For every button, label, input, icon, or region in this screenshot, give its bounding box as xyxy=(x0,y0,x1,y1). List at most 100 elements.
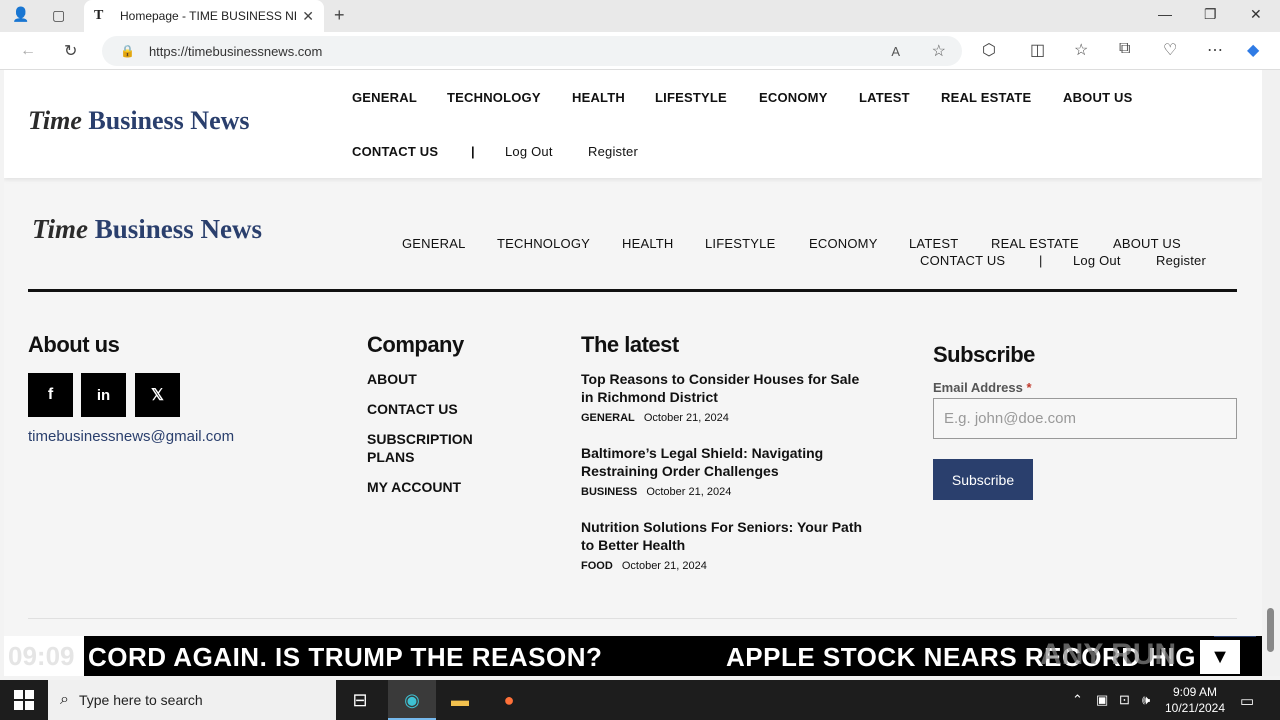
scrollbar-thumb[interactable] xyxy=(1267,608,1274,652)
ticker-headline[interactable]: CORD AGAIN. IS TRUMP THE REASON? xyxy=(88,642,602,673)
footer-nav-log-out[interactable]: Log Out xyxy=(1073,253,1121,268)
new-tab-button[interactable]: + xyxy=(334,5,345,26)
profile-icon[interactable]: 👤 xyxy=(12,6,29,23)
taskbar-time: 9:09 AM xyxy=(1172,685,1218,699)
footer-nav-real-estate[interactable]: REAL ESTATE xyxy=(991,236,1079,251)
x-icon[interactable]: 𝕏 xyxy=(135,373,180,417)
firefox-icon[interactable]: ● xyxy=(497,688,521,712)
minimize-icon[interactable]: — xyxy=(1158,6,1172,22)
news-ticker[interactable]: 09:09 CORD AGAIN. IS TRUMP THE REASON? A… xyxy=(4,636,1262,676)
volume-icon[interactable]: 🕪 xyxy=(1142,692,1150,708)
footer-nav-latest[interactable]: LATEST xyxy=(909,236,958,251)
footer-nav-separator: | xyxy=(1039,253,1043,268)
site-header: Time Business News GENERAL TECHNOLOGY HE… xyxy=(4,70,1262,178)
address-bar[interactable]: 🔒 https://timebusinessnews.com A ☆ xyxy=(102,36,962,66)
article-meta: FOOD October 21, 2024 xyxy=(581,560,871,572)
site-favicon-icon: T xyxy=(94,8,104,23)
tab-close-icon[interactable]: ✕ xyxy=(302,8,314,25)
url-text[interactable]: https://timebusinessnews.com xyxy=(149,44,322,59)
contact-email-link[interactable]: timebusinessnews@gmail.com xyxy=(28,428,234,445)
required-mark: * xyxy=(1026,380,1032,395)
chevron-down-icon[interactable]: ▼ xyxy=(1200,640,1240,674)
article-category[interactable]: FOOD xyxy=(581,560,613,572)
company-link-subscription-plans[interactable]: SUBSCRIPTION PLANS xyxy=(367,430,507,466)
company-heading: Company xyxy=(367,332,464,357)
windows-taskbar: ⌕ Type here to search ⊟ ◉ ▬ ● ⌃ ▣ ⊡ 🕪 9:… xyxy=(0,680,1280,720)
anyrun-watermark: ANY RUN xyxy=(1040,638,1177,671)
collections-icon[interactable]: ⧉ xyxy=(1119,40,1130,58)
tab-title: Homepage - TIME BUSINESS NEWS xyxy=(120,9,296,23)
network-icon[interactable]: ⊡ xyxy=(1119,692,1130,708)
footer-nav-technology[interactable]: TECHNOLOGY xyxy=(497,236,590,251)
edge-icon[interactable]: ◉ xyxy=(400,688,424,712)
footer-nav-contact-us[interactable]: CONTACT US xyxy=(920,253,1005,268)
article-category[interactable]: BUSINESS xyxy=(581,486,637,498)
article-title[interactable]: Nutrition Solutions For Seniors: Your Pa… xyxy=(581,518,871,554)
company-link-my-account[interactable]: MY ACCOUNT xyxy=(367,478,461,496)
restore-icon[interactable]: ❐ xyxy=(1204,6,1217,23)
footer-nav-lifestyle[interactable]: LIFESTYLE xyxy=(705,236,775,251)
nav-register[interactable]: Register xyxy=(588,144,638,159)
nav-real-estate[interactable]: REAL ESTATE xyxy=(941,90,1031,105)
settings-menu-icon[interactable]: ⋯ xyxy=(1207,40,1223,60)
article-meta: GENERAL October 21, 2024 xyxy=(581,412,871,424)
nav-economy[interactable]: ECONOMY xyxy=(759,90,828,105)
file-explorer-icon[interactable]: ▬ xyxy=(448,688,472,712)
favorites-icon[interactable]: ☆ xyxy=(1074,40,1088,60)
site-logo[interactable]: Time Business News xyxy=(28,106,250,136)
email-address-label: Email Address * xyxy=(933,380,1032,395)
nav-latest[interactable]: LATEST xyxy=(859,90,910,105)
company-link-about[interactable]: ABOUT xyxy=(367,370,417,388)
footer-nav-register[interactable]: Register xyxy=(1156,253,1206,268)
tab-homepage[interactable]: T Homepage - TIME BUSINESS NEWS ✕ xyxy=(84,0,324,32)
article-category[interactable]: GENERAL xyxy=(581,412,635,424)
taskbar-search-placeholder: Type here to search xyxy=(78,692,203,708)
tray-device-icon[interactable]: ▣ xyxy=(1096,692,1108,708)
lock-icon[interactable]: 🔒 xyxy=(120,44,135,58)
browser-essentials-icon[interactable]: ♡ xyxy=(1163,40,1177,60)
article-date: October 21, 2024 xyxy=(643,412,729,424)
footer-divider xyxy=(28,289,1237,292)
footer-bottom-divider xyxy=(28,618,1237,619)
nav-contact-us[interactable]: CONTACT US xyxy=(352,144,438,159)
footer-nav-about-us[interactable]: ABOUT US xyxy=(1113,236,1181,251)
nav-technology[interactable]: TECHNOLOGY xyxy=(447,90,541,105)
nav-separator: | xyxy=(471,144,475,159)
copilot-icon[interactable]: ◆ xyxy=(1247,40,1259,60)
task-view-icon[interactable]: ⊟ xyxy=(348,688,372,712)
subscribe-button[interactable]: Subscribe xyxy=(933,459,1033,500)
taskbar-date: 10/21/2024 xyxy=(1164,701,1226,715)
back-icon[interactable]: ← xyxy=(20,42,36,60)
page-viewport: Time Business News GENERAL TECHNOLOGY HE… xyxy=(4,70,1262,676)
article-title[interactable]: Top Reasons to Consider Houses for Sale … xyxy=(581,370,871,406)
footer-nav-economy[interactable]: ECONOMY xyxy=(809,236,878,251)
taskbar-clock[interactable]: 9:09 AM 10/21/2024 xyxy=(1160,684,1230,716)
footer-nav-health[interactable]: HEALTH xyxy=(622,236,674,251)
split-screen-icon[interactable]: ◫ xyxy=(1030,40,1045,60)
tray-chevron-up-icon[interactable]: ⌃ xyxy=(1072,692,1083,708)
window-close-icon[interactable]: ✕ xyxy=(1250,6,1262,23)
subscribe-email-field[interactable]: E.g. john@doe.com xyxy=(933,398,1237,439)
company-link-contact-us[interactable]: CONTACT US xyxy=(367,400,458,418)
page-scrollbar[interactable] xyxy=(1262,70,1280,676)
facebook-icon[interactable]: f xyxy=(28,373,73,417)
footer-logo[interactable]: Time Business News xyxy=(32,214,262,245)
read-aloud-icon[interactable]: A xyxy=(891,44,900,59)
article-meta: BUSINESS October 21, 2024 xyxy=(581,486,871,498)
article-title[interactable]: Baltimore’s Legal Shield: Navigating Res… xyxy=(581,444,871,480)
footer-nav-general[interactable]: GENERAL xyxy=(402,236,466,251)
windows-start-icon[interactable] xyxy=(14,690,34,710)
latest-article: Nutrition Solutions For Seniors: Your Pa… xyxy=(581,518,871,572)
linkedin-icon[interactable]: in xyxy=(81,373,126,417)
notification-icon[interactable]: ▭ xyxy=(1240,692,1254,710)
refresh-icon[interactable]: ↻ xyxy=(64,41,77,61)
favorite-star-icon[interactable]: ☆ xyxy=(932,41,946,61)
taskbar-search[interactable]: ⌕ Type here to search xyxy=(48,680,336,720)
nav-general[interactable]: GENERAL xyxy=(352,90,417,105)
nav-health[interactable]: HEALTH xyxy=(572,90,625,105)
nav-log-out[interactable]: Log Out xyxy=(505,144,553,159)
tab-actions-icon[interactable]: ▢ xyxy=(52,7,65,24)
nav-about-us[interactable]: ABOUT US xyxy=(1063,90,1133,105)
nav-lifestyle[interactable]: LIFESTYLE xyxy=(655,90,727,105)
extensions-icon[interactable]: ⬡ xyxy=(982,40,996,60)
